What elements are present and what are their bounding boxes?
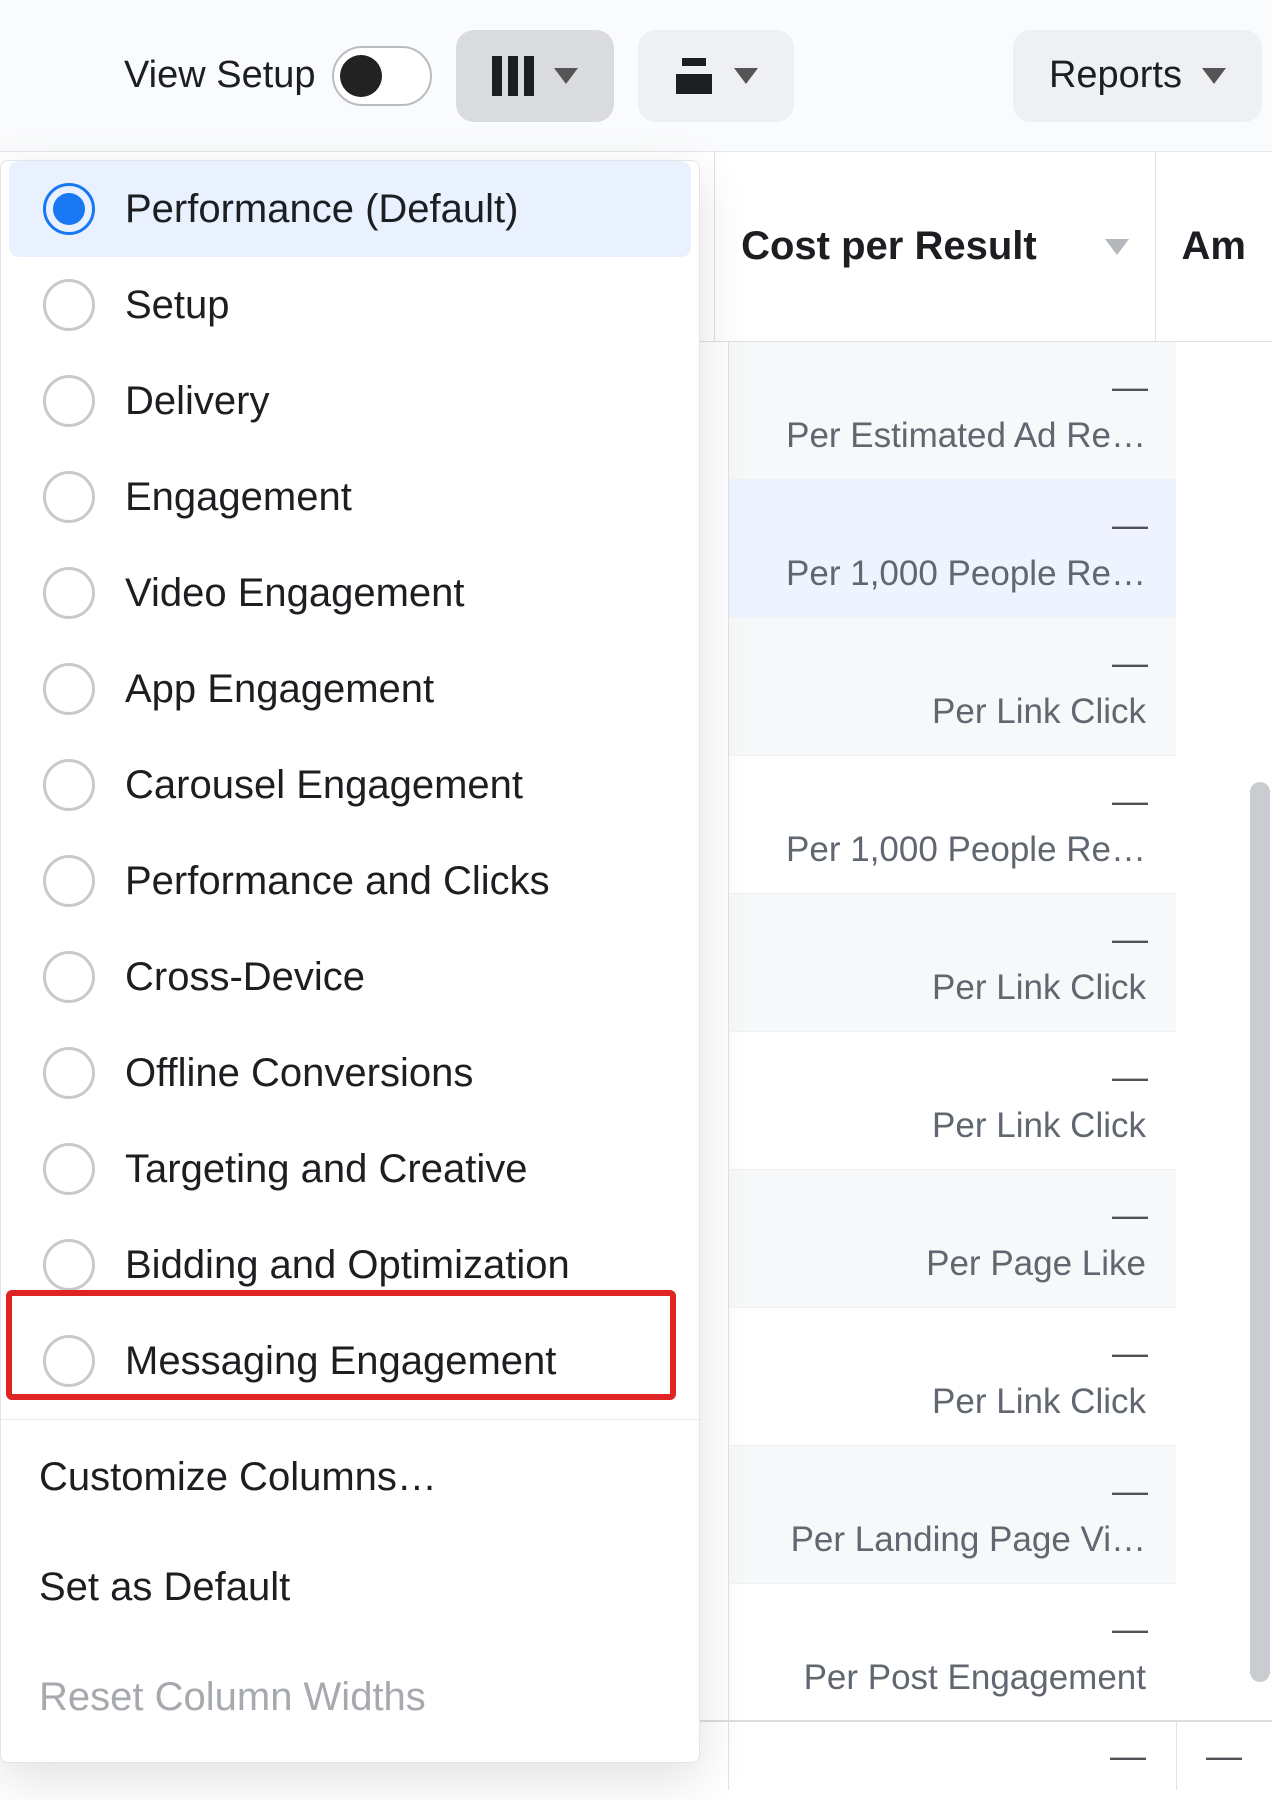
cell-subtext: Per 1,000 People Re… [786,830,1146,870]
preset-label: Carousel Engagement [125,763,523,808]
preset-label: Setup [125,283,230,328]
cell-subtext: Per Link Click [932,692,1146,732]
preset-label: App Engagement [125,667,434,712]
preset-radio-item[interactable]: Performance and Clicks [9,833,691,929]
summary-cost-per-result: — [728,1722,1176,1790]
preset-label: Video Engagement [125,571,465,616]
radio-icon [43,375,95,427]
preset-label: Delivery [125,379,269,424]
column-header-label: Am [1182,224,1246,269]
radio-icon [43,663,95,715]
caret-down-icon [734,68,758,84]
cell-value: — [1112,1056,1146,1098]
cell-value: — [1112,1608,1146,1650]
preset-label: Performance and Clicks [125,859,550,904]
radio-icon [43,183,95,235]
preset-radio-item[interactable]: Delivery [9,353,691,449]
sort-caret-icon [1105,239,1129,255]
preset-radio-item[interactable]: Messaging Engagement [9,1313,691,1409]
preset-label: Engagement [125,475,352,520]
radio-icon [43,1335,95,1387]
radio-icon [43,567,95,619]
summary-amount: — [1176,1722,1272,1790]
preset-radio-item[interactable]: Carousel Engagement [9,737,691,833]
cell-cost-per-result[interactable]: — Per Link Click [728,1032,1176,1170]
preset-label: Offline Conversions [125,1051,473,1096]
columns-icon [492,56,534,96]
cell-cost-per-result[interactable]: — Per Page Like [728,1170,1176,1308]
preset-label: Messaging Engagement [125,1339,556,1384]
cell-subtext: Per Link Click [932,1382,1146,1422]
cell-cost-per-result[interactable]: — Per Post Engagement [728,1584,1176,1722]
cell-cost-per-result[interactable]: — Per 1,000 People Re… [728,480,1176,618]
view-setup-toggle-group: View Setup [124,46,432,106]
reset-column-widths-action[interactable]: Reset Column Widths [9,1644,691,1750]
preset-label: Performance (Default) [125,187,518,232]
breakdown-icon [674,56,714,96]
cell-value: — [1112,504,1146,546]
preset-radio-item[interactable]: App Engagement [9,641,691,737]
radio-icon [43,951,95,1003]
cell-value: — [1112,918,1146,960]
set-as-default-action[interactable]: Set as Default [9,1534,691,1640]
breakdown-button[interactable] [638,30,794,122]
radio-icon [43,1047,95,1099]
cell-cost-per-result[interactable]: — Per Link Click [728,1308,1176,1446]
columns-button[interactable] [456,30,614,122]
radio-icon [43,1239,95,1291]
preset-radio-item[interactable]: Cross-Device [9,929,691,1025]
column-header-label: Cost per Result [741,224,1037,269]
cell-value: — [1112,1194,1146,1236]
columns-dropdown-menu: Performance (Default) Setup Delivery Engage… [0,160,700,1763]
radio-icon [43,471,95,523]
preset-radio-item[interactable]: Engagement [9,449,691,545]
cell-subtext: Per Link Click [932,968,1146,1008]
cell-subtext: Per Page Like [926,1244,1146,1284]
preset-radio-item[interactable]: Bidding and Optimization [9,1217,691,1313]
cell-subtext: Per Link Click [932,1106,1146,1146]
cell-subtext: Per Estimated Ad Re… [786,416,1146,456]
column-header-amount-spent[interactable]: Am [1155,152,1272,341]
cell-value: — [1112,1470,1146,1512]
customize-columns-action[interactable]: Customize Columns… [9,1424,691,1530]
cell-cost-per-result[interactable]: — Per Landing Page Vi… [728,1446,1176,1584]
caret-down-icon [1202,68,1226,84]
reports-label: Reports [1049,54,1182,97]
radio-icon [43,855,95,907]
cell-value: — [1112,642,1146,684]
reports-button[interactable]: Reports [1013,30,1262,122]
view-setup-toggle[interactable] [332,46,432,106]
preset-label: Cross-Device [125,955,365,1000]
cell-cost-per-result[interactable]: — Per 1,000 People Re… [728,756,1176,894]
cell-cost-per-result[interactable]: — Per Link Click [728,618,1176,756]
cell-value: — [1112,366,1146,408]
caret-down-icon [554,68,578,84]
preset-radio-item[interactable]: Performance (Default) [9,161,691,257]
view-setup-label: View Setup [124,54,316,97]
preset-label: Targeting and Creative [125,1147,527,1192]
preset-radio-item[interactable]: Video Engagement [9,545,691,641]
cell-value: — [1112,780,1146,822]
cell-value: — [1112,1332,1146,1374]
table-body: — Per Estimated Ad Re… — Per 1,000 People R… [728,342,1272,1800]
menu-divider [1,1419,699,1420]
preset-label: Bidding and Optimization [125,1243,570,1288]
radio-icon [43,279,95,331]
radio-icon [43,1143,95,1195]
cell-subtext: Per Landing Page Vi… [791,1520,1146,1560]
preset-radio-item[interactable]: Targeting and Creative [9,1121,691,1217]
radio-icon [43,759,95,811]
preset-radio-item[interactable]: Offline Conversions [9,1025,691,1121]
scrollbar-thumb[interactable] [1250,782,1270,1682]
cell-cost-per-result[interactable]: — Per Link Click [728,894,1176,1032]
cell-subtext: Per 1,000 People Re… [786,554,1146,594]
preset-radio-item[interactable]: Setup [9,257,691,353]
cell-subtext: Per Post Engagement [804,1658,1146,1698]
cell-cost-per-result[interactable]: — Per Estimated Ad Re… [728,342,1176,480]
toolbar: View Setup Reports [0,0,1272,152]
column-header-cost-per-result[interactable]: Cost per Result [714,152,1154,341]
